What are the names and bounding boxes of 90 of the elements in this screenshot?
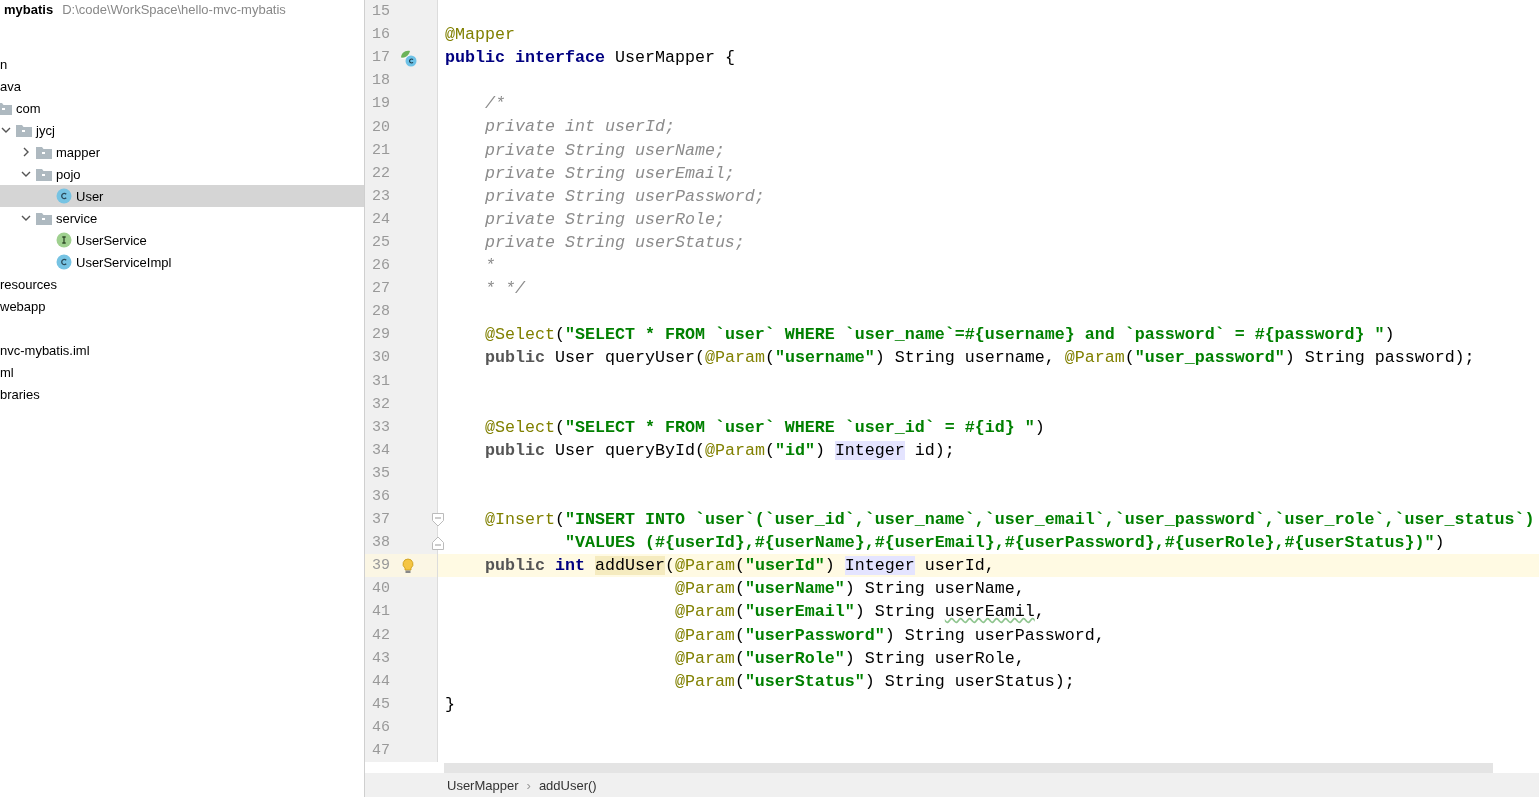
line-number: 30: [371, 349, 390, 367]
line-number: 18: [371, 72, 390, 90]
code-line: @Param("userName") String userName,: [673, 579, 1025, 599]
line-number: 31: [371, 372, 390, 390]
line-number: 27: [371, 280, 390, 298]
tree-item[interactable]: webapp: [0, 295, 364, 317]
code-line: public User queryUser(@Param("username") String username, @Param("user_password") String password);: [483, 348, 1475, 368]
code-line: @Param("userPassword") String userPassword,: [673, 625, 1105, 645]
code-line: @Param("userEmail") String userEamil,: [673, 602, 1045, 622]
bean-icon: [399, 48, 417, 67]
code-line: public int addUser(@Param("userId") Integer userId,: [483, 556, 995, 576]
code-line: public User queryById(@Param("id") Integer id);: [483, 440, 955, 460]
line-number: 44: [371, 672, 390, 690]
class-icon: [56, 254, 72, 270]
project-path: D:\code\WorkSpace\hello-mvc-mybatis: [62, 1, 286, 17]
code-line: private String userName;: [483, 140, 725, 160]
line-number: 28: [371, 303, 390, 321]
tree-item[interactable]: User: [0, 185, 364, 207]
folder-icon: [0, 101, 12, 115]
line-number: 19: [371, 95, 390, 113]
tree-item[interactable]: n: [0, 53, 364, 75]
line-number: 16: [371, 26, 390, 44]
project-name: mybatis: [4, 1, 54, 17]
line-number: 43: [371, 649, 390, 667]
line-number: 34: [371, 441, 390, 459]
line-number: 24: [371, 210, 390, 228]
code-line: @Mapper: [445, 25, 515, 45]
code-line: public interface UserMapper {: [445, 48, 735, 68]
folder-icon: [36, 167, 52, 181]
line-number: 47: [371, 742, 390, 760]
line-number: 39: [371, 557, 390, 575]
code-line: @Param("userStatus") String userStatus);: [673, 671, 1075, 691]
tree-item[interactable]: nvc-mybatis.iml: [0, 339, 364, 361]
line-number: 15: [371, 3, 390, 21]
line-number: 36: [371, 488, 390, 505]
folder-icon: [36, 211, 52, 225]
code-line: private String userEmail;: [483, 163, 735, 183]
code-line: @Select("SELECT * FROM `user` WHERE `user_id` = #{id} "): [483, 417, 1045, 437]
code-line: private String userStatus;: [483, 232, 745, 252]
line-number: 45: [371, 695, 390, 713]
tree-item[interactable]: com: [0, 97, 364, 119]
tree-item[interactable]: ml: [0, 361, 364, 383]
line-number: 26: [371, 257, 390, 275]
line-number: 32: [371, 395, 390, 413]
fold-end-icon: [432, 536, 444, 551]
code-line: *: [483, 256, 495, 276]
folder-icon: [36, 145, 52, 159]
tree-item[interactable]: ava: [0, 75, 364, 97]
tree-item[interactable]: service: [0, 207, 364, 229]
code-line: "VALUES (#{userId},#{userName},#{userEmail},#{userPassword},#{userRole},#{userStatus})"): [563, 533, 1445, 553]
line-number: 38: [371, 534, 390, 552]
code-line: @Param("userRole") String userRole,: [673, 648, 1025, 668]
line-number: 37: [371, 511, 390, 529]
tree-item[interactable]: UserServiceImpl: [0, 251, 364, 273]
tree-item[interactable]: braries: [0, 383, 364, 405]
line-number: 40: [371, 580, 390, 598]
breadcrumb-item[interactable]: UserMapper: [447, 777, 519, 793]
code-line: private String userPassword;: [483, 186, 765, 206]
tree-item[interactable]: pojo: [0, 163, 364, 185]
breadcrumb-item[interactable]: addUser(): [538, 777, 597, 793]
line-number: 25: [371, 234, 390, 251]
fold-start-icon: [432, 513, 444, 528]
line-number: 41: [371, 603, 390, 621]
line-number: 35: [371, 464, 390, 482]
code-line: private String userRole;: [483, 209, 725, 229]
breadcrumb-separator: ›: [526, 777, 531, 793]
line-number: 17: [371, 49, 390, 67]
line-number: 20: [371, 118, 390, 136]
line-number: 29: [371, 326, 390, 344]
folder-icon: [16, 123, 32, 137]
lightbulb-icon: [402, 557, 414, 574]
interface-icon: [56, 232, 72, 248]
tree-item[interactable]: jycj: [0, 119, 364, 141]
code-line: @Select("SELECT * FROM `user` WHERE `user_name`=#{username} and `password` = #{password} "): [483, 325, 1395, 345]
horizontal-scrollbar[interactable]: [444, 763, 1493, 773]
class-icon: [56, 188, 72, 204]
line-number: 22: [371, 164, 390, 182]
tree-item[interactable]: UserService: [0, 229, 364, 251]
line-number: 21: [371, 141, 390, 159]
line-number: 23: [371, 187, 390, 205]
tree-item[interactable]: resources: [0, 273, 364, 295]
line-number: 33: [371, 418, 390, 436]
line-number: 46: [371, 718, 390, 736]
code-line: /*: [483, 94, 505, 114]
code-line: * */: [483, 279, 525, 299]
tree-item[interactable]: mapper: [0, 141, 364, 163]
code-line: }: [445, 694, 455, 714]
line-number: 42: [371, 626, 390, 644]
code-line: private int userId;: [483, 117, 675, 137]
code-line: @Insert("INSERT INTO `user`(`user_id`,`user_name`,`user_email`,`user_password`,`user_role`,`user_status`): [483, 510, 1535, 530]
